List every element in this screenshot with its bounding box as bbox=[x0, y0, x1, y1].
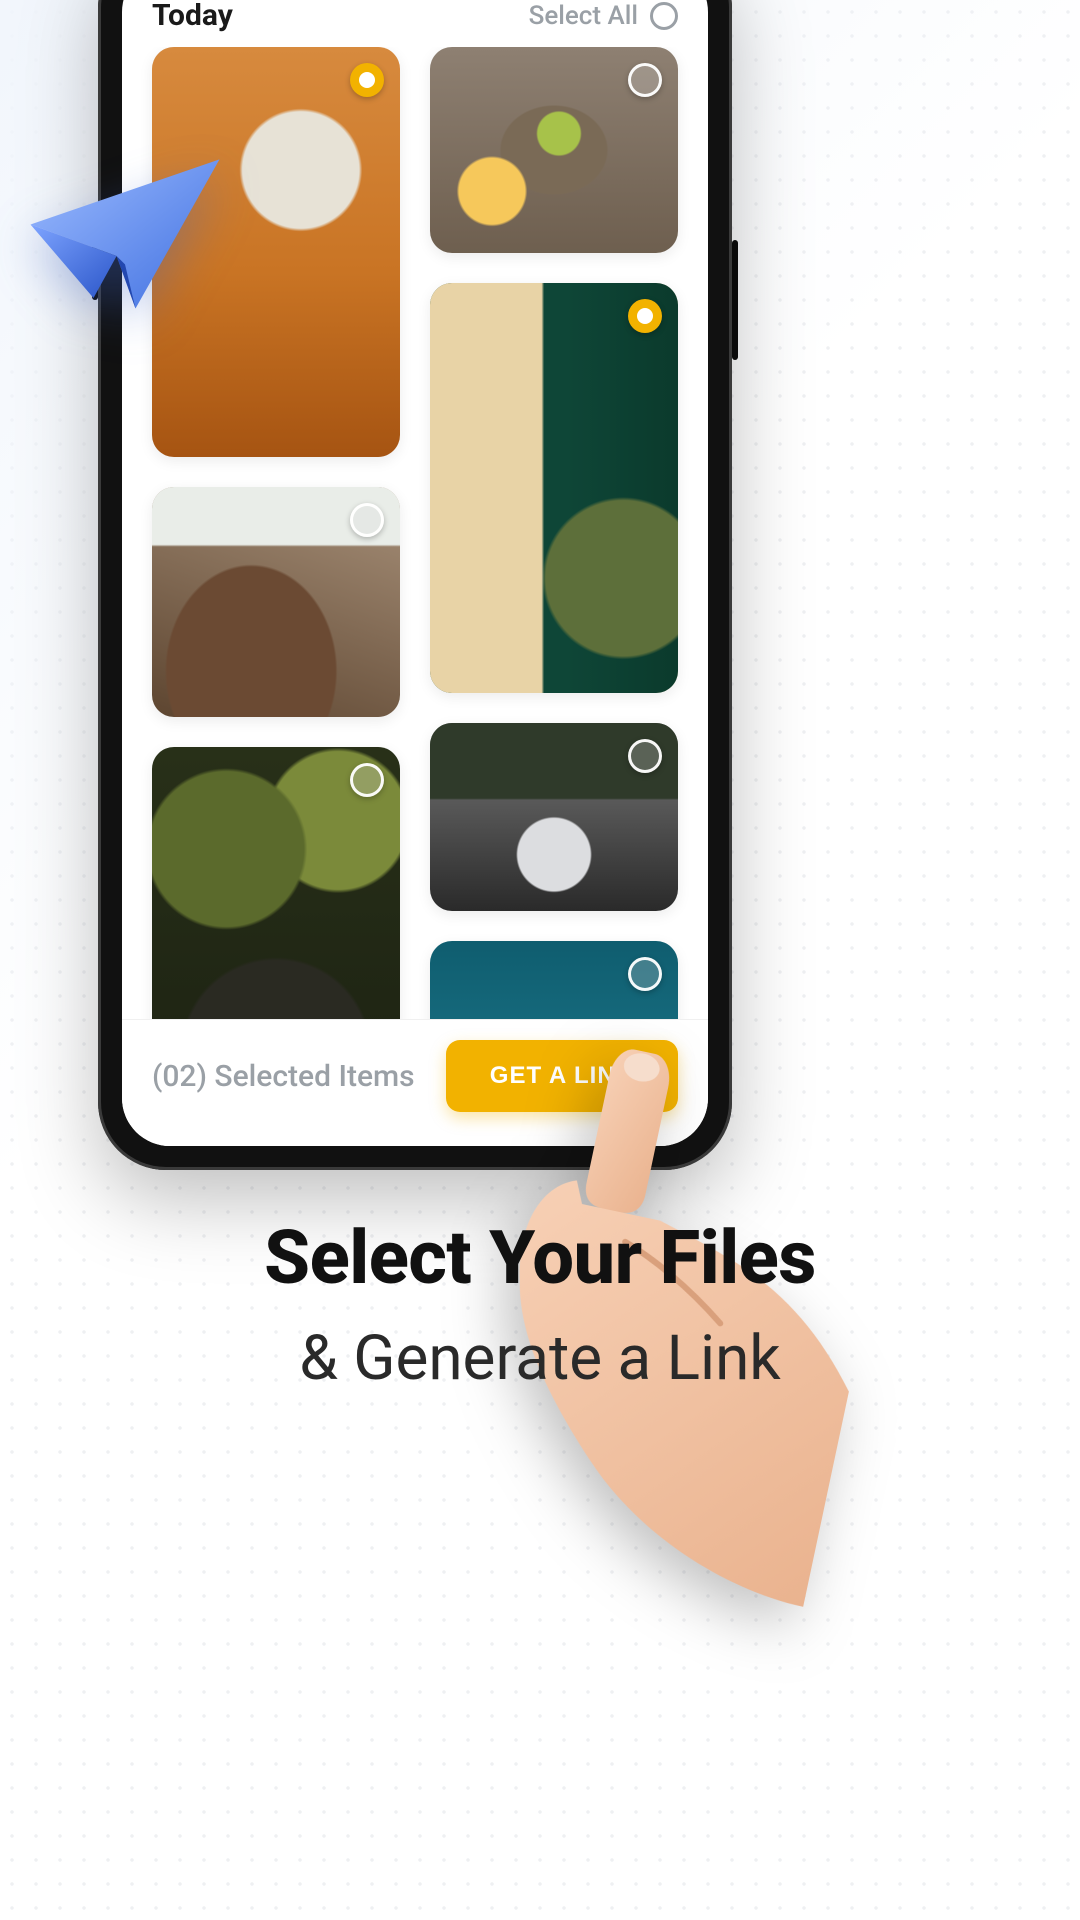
selected-badge-icon[interactable] bbox=[350, 63, 384, 97]
headline-secondary: & Generate a Link bbox=[40, 1322, 1040, 1395]
gallery-thumb[interactable] bbox=[152, 487, 400, 717]
select-circle-icon[interactable] bbox=[628, 63, 662, 97]
selected-count-label: (02) Selected Items bbox=[152, 1059, 415, 1094]
marketing-headline: Select Your Files & Generate a Link bbox=[0, 1220, 1080, 1395]
gallery-thumb[interactable] bbox=[430, 283, 678, 693]
selected-badge-icon[interactable] bbox=[628, 299, 662, 333]
gallery-thumb[interactable] bbox=[152, 747, 400, 1019]
get-link-button[interactable]: GET A LINK bbox=[446, 1040, 678, 1112]
gallery-thumb[interactable] bbox=[152, 47, 400, 457]
phone-frame: Today Select All (02) Selected Items GET… bbox=[98, 0, 732, 1170]
select-circle-icon[interactable] bbox=[628, 739, 662, 773]
select-all-toggle[interactable]: Select All bbox=[529, 1, 678, 31]
thumb-image bbox=[152, 47, 400, 457]
gallery-scroll[interactable] bbox=[122, 47, 708, 1019]
headline-primary: Select Your Files bbox=[40, 1220, 1040, 1298]
gallery-thumb[interactable] bbox=[430, 723, 678, 911]
selection-bar: (02) Selected Items GET A LINK bbox=[122, 1019, 708, 1146]
gallery-thumb[interactable] bbox=[430, 941, 678, 1019]
select-circle-icon[interactable] bbox=[628, 957, 662, 991]
gallery-grid bbox=[122, 47, 708, 1019]
gallery-thumb[interactable] bbox=[430, 47, 678, 253]
select-all-checkbox-icon bbox=[650, 2, 678, 30]
select-circle-icon[interactable] bbox=[350, 763, 384, 797]
promo-canvas: Today Select All (02) Selected Items GET… bbox=[0, 0, 1080, 1920]
section-title: Today bbox=[152, 0, 233, 33]
select-circle-icon[interactable] bbox=[350, 503, 384, 537]
gallery-header: Today Select All bbox=[122, 0, 708, 47]
phone-screen: Today Select All (02) Selected Items GET… bbox=[122, 0, 708, 1146]
select-all-label: Select All bbox=[529, 1, 638, 31]
thumb-image bbox=[430, 283, 678, 693]
